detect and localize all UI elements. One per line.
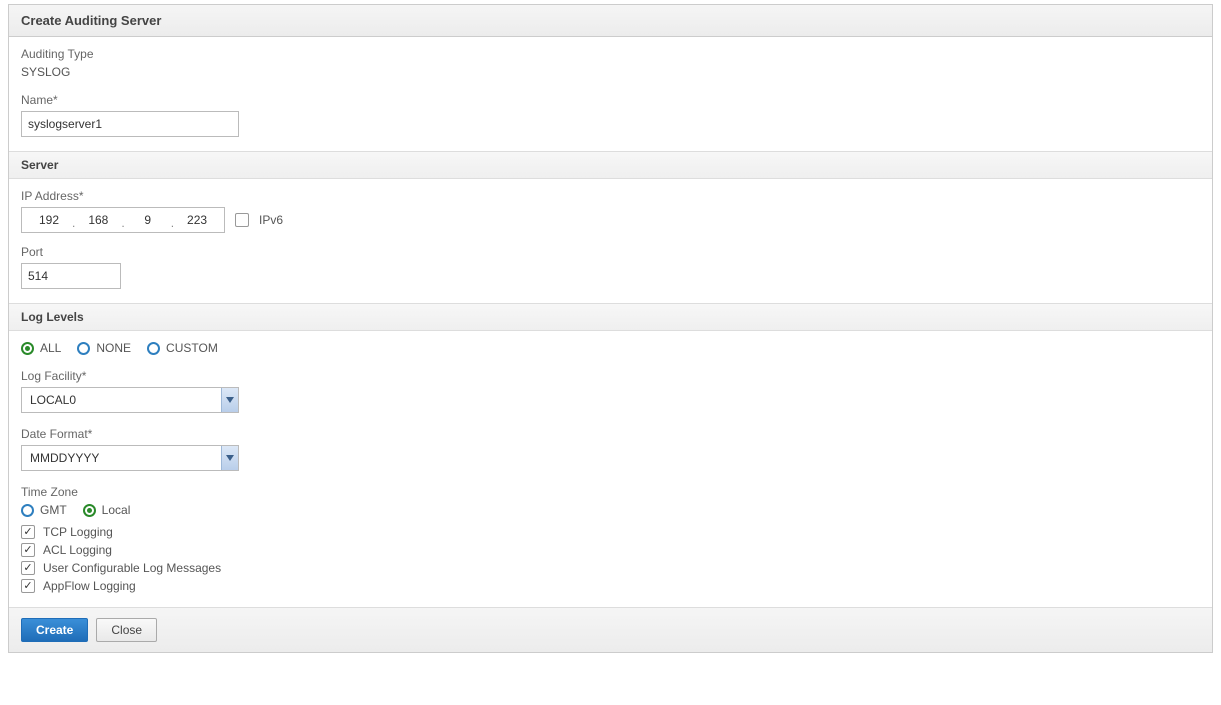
radio-gmt-label: GMT xyxy=(40,503,67,517)
radio-dot-icon xyxy=(25,346,30,351)
loglevels-section-header: Log Levels xyxy=(9,303,1212,331)
tcp-logging-checkbox[interactable] xyxy=(21,525,35,539)
timezone-label: Time Zone xyxy=(21,485,1200,499)
radio-local[interactable] xyxy=(83,504,96,517)
close-button[interactable]: Close xyxy=(96,618,157,642)
ip-octet-4[interactable] xyxy=(174,209,220,231)
date-format-value: MMDDYYYY xyxy=(30,451,221,465)
appflow-logging-checkbox[interactable] xyxy=(21,579,35,593)
name-label: Name* xyxy=(21,93,1200,107)
radio-custom-label: CUSTOM xyxy=(166,341,218,355)
dot-separator: . xyxy=(171,216,174,230)
loglevel-radio-group: ALL NONE CUSTOM xyxy=(21,341,1200,355)
auditing-type-label: Auditing Type xyxy=(21,47,1200,61)
footer-bar: Create Close xyxy=(9,607,1212,652)
tcp-logging-label: TCP Logging xyxy=(43,525,113,539)
name-input[interactable] xyxy=(21,111,239,137)
ipv6-label: IPv6 xyxy=(259,213,283,227)
ipv6-checkbox[interactable] xyxy=(235,213,249,227)
ip-octet-2[interactable] xyxy=(75,209,121,231)
log-facility-label: Log Facility* xyxy=(21,369,1200,383)
server-section-header: Server xyxy=(9,151,1212,179)
port-label: Port xyxy=(21,245,1200,259)
port-input[interactable] xyxy=(21,263,121,289)
acl-logging-checkbox[interactable] xyxy=(21,543,35,557)
acl-logging-label: ACL Logging xyxy=(43,543,112,557)
ip-octet-1[interactable] xyxy=(26,209,72,231)
chevron-down-icon xyxy=(221,446,238,470)
ip-address-label: IP Address* xyxy=(21,189,1200,203)
panel-title: Create Auditing Server xyxy=(9,5,1212,37)
dot-separator: . xyxy=(72,216,75,230)
radio-none-label: NONE xyxy=(96,341,131,355)
auditing-section: Auditing Type SYSLOG Name* xyxy=(9,37,1212,151)
log-facility-select[interactable]: LOCAL0 xyxy=(21,387,239,413)
loglevels-section: ALL NONE CUSTOM Log Facility* LOCAL0 Dat… xyxy=(9,331,1212,607)
radio-custom[interactable] xyxy=(147,342,160,355)
user-configurable-label: User Configurable Log Messages xyxy=(43,561,221,575)
radio-all-label: ALL xyxy=(40,341,61,355)
log-facility-value: LOCAL0 xyxy=(30,393,221,407)
logging-options: TCP Logging ACL Logging User Configurabl… xyxy=(21,525,1200,593)
timezone-radio-group: GMT Local xyxy=(21,503,1200,517)
radio-local-label: Local xyxy=(102,503,131,517)
radio-all[interactable] xyxy=(21,342,34,355)
radio-none[interactable] xyxy=(77,342,90,355)
date-format-select[interactable]: MMDDYYYY xyxy=(21,445,239,471)
date-format-label: Date Format* xyxy=(21,427,1200,441)
create-button[interactable]: Create xyxy=(21,618,88,642)
user-configurable-checkbox[interactable] xyxy=(21,561,35,575)
chevron-down-icon xyxy=(221,388,238,412)
radio-gmt[interactable] xyxy=(21,504,34,517)
appflow-logging-label: AppFlow Logging xyxy=(43,579,136,593)
ip-octet-3[interactable] xyxy=(125,209,171,231)
dot-separator: . xyxy=(121,216,124,230)
server-section: IP Address* . . . IPv6 Port xyxy=(9,179,1212,303)
ip-address-input[interactable]: . . . xyxy=(21,207,225,233)
radio-dot-icon xyxy=(87,508,92,513)
auditing-type-value: SYSLOG xyxy=(21,65,1200,79)
create-auditing-server-panel: Create Auditing Server Auditing Type SYS… xyxy=(8,4,1213,653)
